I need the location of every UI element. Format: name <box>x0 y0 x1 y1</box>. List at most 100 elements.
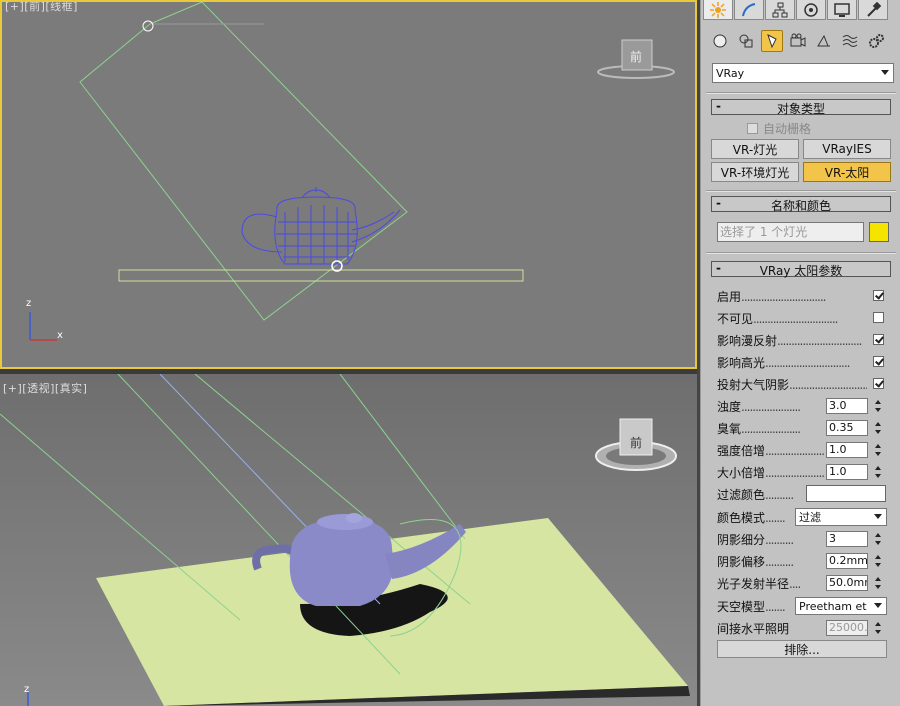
ozone-label: 臭氧 <box>717 422 742 436</box>
viewport-front[interactable]: [+][前][线框] 前 z x <box>0 0 697 369</box>
modify-tab[interactable] <box>734 0 764 20</box>
cameras-category[interactable] <box>787 30 809 52</box>
intensity-mult-input[interactable]: 1.0 <box>826 442 868 458</box>
spacewarps-category[interactable] <box>839 30 861 52</box>
size-mult-label: 大小倍增 <box>717 466 766 480</box>
object-name-field[interactable]: 选择了 1 个灯光 <box>717 222 864 242</box>
display-tab[interactable] <box>827 0 857 20</box>
systems-category[interactable] <box>865 30 887 52</box>
turbidity-input[interactable]: 3.0 <box>826 398 868 414</box>
motion-tab[interactable] <box>796 0 826 20</box>
light-type-dropdown[interactable]: VRay <box>712 63 894 83</box>
utilities-tab[interactable] <box>858 0 888 20</box>
turbidity-spinner[interactable] <box>873 398 883 414</box>
sky-model-dropdown[interactable]: Preetham et <box>795 597 887 615</box>
light-icon <box>767 34 777 49</box>
affect-specular-checkbox[interactable] <box>873 356 884 367</box>
cast-atmos-shadows-label: 投射大气阴影 <box>717 378 790 392</box>
enabled-row[interactable]: 启用.............................. <box>717 287 889 305</box>
size-mult-row: 大小倍增..................... 1.0 <box>717 463 889 481</box>
autogrid-checkbox-row[interactable]: 自动栅格 <box>747 120 811 137</box>
affect-specular-label: 影响高光 <box>717 356 766 370</box>
indirect-horiz-label: 间接水平照明 <box>717 622 790 636</box>
viewport-label[interactable]: [+][前][线框] <box>5 2 78 14</box>
color-mode-label: 颜色模式 <box>717 511 766 525</box>
create-tab[interactable] <box>703 0 733 20</box>
autogrid-checkbox[interactable] <box>747 123 758 134</box>
shadow-bias-input[interactable]: 0.2mm <box>826 553 868 569</box>
invisible-checkbox[interactable] <box>873 312 884 323</box>
viewport-label[interactable]: [+][透视][真实] <box>3 380 87 396</box>
photon-radius-input[interactable]: 50.0mr <box>826 575 868 591</box>
ozone-spinner[interactable] <box>873 420 883 436</box>
photon-radius-spinner[interactable] <box>873 575 883 591</box>
geometry-category[interactable] <box>709 30 731 52</box>
autogrid-label: 自动栅格 <box>763 122 812 136</box>
filter-color-swatch[interactable] <box>806 485 886 502</box>
size-mult-input[interactable]: 1.0 <box>826 464 868 480</box>
photon-radius-label: 光子发射半径 <box>717 577 790 591</box>
name-color-rollout-header[interactable]: - 名称和颜色 <box>711 196 891 213</box>
indirect-horiz-spinner[interactable] <box>873 620 883 636</box>
vrayies-button[interactable]: VRayIES <box>803 139 891 159</box>
vr-sun-button[interactable]: VR-太阳 <box>803 162 891 182</box>
panel-tabs <box>703 0 888 22</box>
affect-specular-row[interactable]: 影响高光.............................. <box>717 353 889 371</box>
perspective-scene <box>0 374 690 706</box>
separator <box>706 92 896 94</box>
shadow-subdivs-label: 阴影细分 <box>717 533 766 547</box>
sky-model-value: Preetham et <box>799 599 867 613</box>
light-type-value: VRay <box>716 66 745 80</box>
photon-radius-row: 光子发射半径.... 50.0mr <box>717 574 889 592</box>
shadow-bias-spinner[interactable] <box>873 553 883 569</box>
separator <box>706 190 896 192</box>
spacewarp-icon <box>842 35 858 47</box>
axis-z-label: z <box>26 298 32 309</box>
sun-light-gizmo <box>79 2 408 321</box>
vr-light-button[interactable]: VR-灯光 <box>711 139 799 159</box>
object-color-swatch[interactable] <box>869 222 889 242</box>
lights-category[interactable] <box>761 30 783 52</box>
enabled-label: 启用 <box>717 290 742 304</box>
shadow-subdivs-input[interactable]: 3 <box>826 531 868 547</box>
cast-atmos-shadows-checkbox[interactable] <box>873 378 884 389</box>
teapot-wireframe <box>241 187 401 265</box>
chevron-down-icon <box>874 603 882 608</box>
shapes-icon <box>739 34 753 48</box>
color-mode-dropdown[interactable]: 过滤 <box>795 508 887 526</box>
viewcube-face-label[interactable]: 前 <box>630 48 642 65</box>
object-type-rollout-header[interactable]: - 对象类型 <box>711 99 891 116</box>
ground-plane <box>118 269 524 282</box>
sphere-icon <box>713 34 727 48</box>
shadow-subdivs-spinner[interactable] <box>873 531 883 547</box>
shadow-bias-row: 阴影偏移.......... 0.2mm <box>717 552 889 570</box>
invisible-row[interactable]: 不可见.............................. <box>717 309 889 327</box>
create-icon <box>710 1 726 18</box>
ozone-input[interactable]: 0.35 <box>826 420 868 436</box>
vr-ambient-light-button[interactable]: VR-环境灯光 <box>711 162 799 182</box>
axis-z-label: z <box>24 684 30 695</box>
shapes-category[interactable] <box>735 30 757 52</box>
hierarchy-tab[interactable] <box>765 0 795 20</box>
turbidity-label: 浊度 <box>717 400 742 414</box>
affect-diffuse-row[interactable]: 影响漫反射.............................. <box>717 331 889 349</box>
exclude-button[interactable]: 排除... <box>717 640 887 658</box>
affect-diffuse-checkbox[interactable] <box>873 334 884 345</box>
axis-x-label: x <box>57 330 63 341</box>
helpers-category[interactable] <box>813 30 835 52</box>
sun-params-rollout-header[interactable]: - VRay 太阳参数 <box>711 261 891 278</box>
size-mult-spinner[interactable] <box>873 464 883 480</box>
viewport-perspective[interactable]: [+][透视][真实] 前 z <box>0 374 697 706</box>
sky-model-label: 天空模型 <box>717 600 766 614</box>
enabled-checkbox[interactable] <box>873 290 884 301</box>
hammer-icon <box>867 1 881 17</box>
intensity-mult-spinner[interactable] <box>873 442 883 458</box>
cast-atmos-shadows-row[interactable]: 投射大气阴影.............................. <box>717 375 889 393</box>
viewcube-face-label[interactable]: 前 <box>630 434 642 451</box>
shadow-subdivs-row: 阴影细分.......... 3 <box>717 530 889 548</box>
ozone-row: 臭氧..................... 0.35 <box>717 419 889 437</box>
color-mode-value: 过滤 <box>799 511 821 524</box>
hierarchy-icon <box>772 2 788 17</box>
gears-icon <box>869 34 884 48</box>
indirect-horiz-input[interactable]: 25000. <box>826 620 868 636</box>
